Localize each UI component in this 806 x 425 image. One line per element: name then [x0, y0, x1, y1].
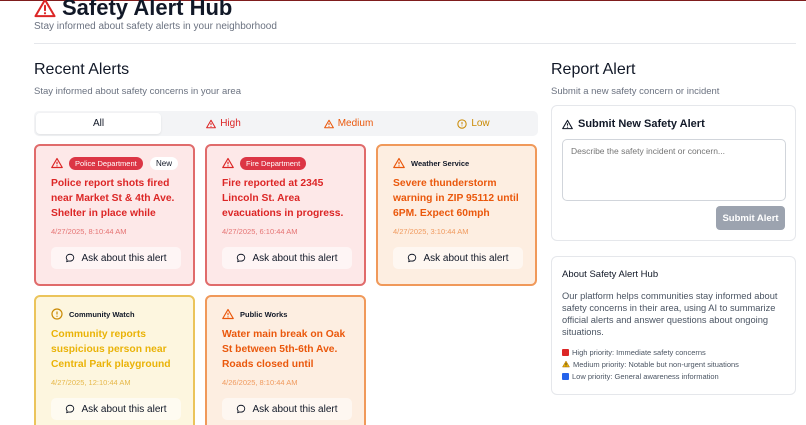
source-label: Community Watch: [69, 309, 135, 319]
ask-button-label: Ask about this alert: [81, 252, 167, 264]
chat-bubble-icon: [65, 404, 75, 414]
alert-timestamp: 4/27/2025, 3:10:44 AM: [393, 227, 469, 236]
warning-icon: [206, 119, 217, 129]
ask-about-alert-button[interactable]: Ask about this alert: [222, 398, 352, 420]
alert-text: Police report shots fired near Market St…: [51, 178, 175, 219]
warning-icon: [222, 157, 234, 169]
low-priority-info-icon: [562, 372, 569, 380]
chat-bubble-icon: [236, 404, 246, 414]
header-divider: [34, 43, 796, 44]
alert-text: Community reports suspicious person near…: [51, 329, 171, 370]
report-alert-title: Report Alert: [551, 61, 636, 78]
ask-button-label: Ask about this alert: [423, 252, 509, 264]
legend-item-high: High priority: Immediate safety concerns: [562, 346, 785, 358]
ask-button-label: Ask about this alert: [81, 403, 167, 415]
info-circle-icon: [51, 308, 63, 320]
page-header: Safety Alert Hub Stay informed about saf…: [34, 0, 277, 32]
tab-label: High: [220, 118, 241, 129]
source-label: Public Works: [240, 309, 288, 319]
ask-button-label: Ask about this alert: [252, 403, 338, 415]
alert-card: Public Works Water main break on Oak St …: [205, 295, 366, 425]
legend-label: Medium priority: Notable but non-urgent …: [573, 359, 739, 369]
page-title: Safety Alert Hub: [62, 0, 233, 20]
legend-label: Low priority: General awareness informat…: [572, 371, 719, 381]
report-form-panel: Submit New Safety Alert Submit Alert: [551, 105, 796, 241]
ask-about-alert-button[interactable]: Ask about this alert: [393, 247, 523, 269]
severity-filter-tabs: All High Medium Low: [34, 111, 538, 136]
tab-label: Medium: [337, 118, 374, 129]
chat-bubble-icon: [236, 253, 246, 263]
recent-alerts-section: Recent Alerts Stay informed about safety…: [34, 61, 538, 136]
source-label: Weather Service: [411, 158, 470, 168]
chat-bubble-icon: [65, 253, 75, 263]
warning-icon: [51, 157, 63, 169]
alert-text: Water main break on Oak St between 5th-6…: [222, 329, 346, 370]
legend-item-low: Low priority: General awareness informat…: [562, 370, 785, 382]
alert-timestamp: 4/27/2025, 12:10:44 AM: [51, 378, 131, 387]
warning-icon: [34, 0, 56, 18]
recent-alerts-title: Recent Alerts: [34, 61, 130, 78]
warning-icon: [323, 119, 334, 129]
tab-label: All: [92, 118, 105, 129]
ask-about-alert-button[interactable]: Ask about this alert: [51, 398, 181, 420]
alert-card: Community Watch Community reports suspic…: [34, 295, 195, 425]
alert-timestamp: 4/26/2025, 8:10:44 AM: [222, 378, 298, 387]
ask-about-alert-button[interactable]: Ask about this alert: [222, 247, 352, 269]
ask-about-alert-button[interactable]: Ask about this alert: [51, 247, 181, 269]
source-badge: Police Department: [69, 156, 143, 170]
alert-timestamp: 4/27/2025, 6:10:44 AM: [222, 227, 298, 236]
alert-text: Fire reported at 2345 Lincoln St. Area e…: [222, 178, 344, 219]
tab-medium[interactable]: Medium: [286, 113, 411, 134]
tab-all[interactable]: All: [36, 113, 161, 134]
incident-description-input[interactable]: [562, 139, 786, 201]
tab-label: Low: [471, 118, 490, 129]
legend-item-medium: Medium priority: Notable but non-urgent …: [562, 358, 785, 370]
high-priority-swatch-icon: [562, 348, 569, 356]
source-badge: Fire Department: [240, 156, 307, 170]
tab-low[interactable]: Low: [411, 113, 536, 134]
report-form-title: Submit New Safety Alert: [578, 118, 705, 130]
alert-card: Police Department New Police report shot…: [34, 144, 195, 286]
about-panel: About Safety Alert Hub Our platform help…: [551, 256, 796, 395]
about-description: Our platform helps communities stay info…: [562, 291, 778, 337]
ask-button-label: Ask about this alert: [252, 252, 338, 264]
warning-icon: [562, 119, 573, 130]
alert-card: Weather Service Severe thunderstorm warn…: [376, 144, 537, 286]
alert-timestamp: 4/27/2025, 8:10:44 AM: [51, 227, 127, 236]
tab-high[interactable]: High: [161, 113, 286, 134]
alert-card: Fire Department Fire reported at 2345 Li…: [205, 144, 366, 286]
warning-icon: [393, 157, 405, 169]
legend-label: High priority: Immediate safety concerns: [572, 347, 706, 357]
recent-alerts-subtitle: Stay informed about safety concerns in y…: [34, 86, 242, 97]
report-alert-subtitle: Submit a new safety concern or incident: [551, 86, 720, 97]
submit-alert-button[interactable]: Submit Alert: [716, 206, 785, 230]
page-subtitle: Stay informed about safety alerts in you…: [34, 21, 277, 32]
alert-text: Severe thunderstorm warning in ZIP 95112…: [393, 178, 519, 219]
chat-bubble-icon: [407, 253, 417, 263]
medium-priority-warning-icon: [562, 360, 570, 368]
info-circle-icon: [457, 118, 467, 129]
about-title: About Safety Alert Hub: [562, 269, 659, 280]
priority-legend: High priority: Immediate safety concerns…: [562, 346, 785, 382]
new-badge: New: [149, 156, 178, 170]
report-alert-section: Report Alert Submit a new safety concern…: [551, 61, 796, 97]
warning-icon: [222, 308, 234, 320]
